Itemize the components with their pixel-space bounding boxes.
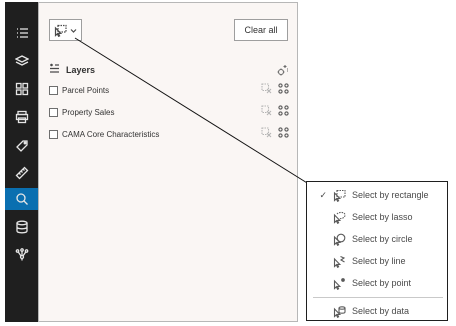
select-lasso-icon xyxy=(333,211,346,224)
layer-options-grid-icon[interactable] xyxy=(278,81,289,99)
menu-item-label: Select by lasso xyxy=(352,212,413,222)
basemap-gallery-icon[interactable] xyxy=(5,78,38,100)
layer-options-grid-icon[interactable] xyxy=(278,125,289,143)
list-icon[interactable] xyxy=(5,22,38,44)
menu-item-label: Select by rectangle xyxy=(352,190,429,200)
select-circle-icon xyxy=(333,233,346,246)
select-by-rectangle-icon xyxy=(54,24,67,37)
layers-icon[interactable] xyxy=(5,50,38,72)
nav-rail xyxy=(5,2,38,322)
select-rectangle-icon xyxy=(333,189,346,202)
layer-checkbox[interactable] xyxy=(49,107,58,117)
print-icon[interactable] xyxy=(5,106,38,128)
checkmark-icon: ✓ xyxy=(319,189,327,200)
selection-tool-menu: ✓ Select by rectangle Select by lasso Se… xyxy=(306,181,448,321)
bookmark-tag-icon[interactable] xyxy=(5,134,38,156)
chevron-down-icon xyxy=(70,28,77,33)
select-line-icon xyxy=(333,255,346,268)
menu-item-select-by-point[interactable]: Select by point xyxy=(307,272,447,294)
menu-item-select-by-data[interactable]: Select by data xyxy=(307,300,447,322)
measure-ruler-icon[interactable] xyxy=(5,162,38,184)
layer-name: CAMA Core Characteristics xyxy=(62,129,160,139)
layer-name: Property Sales xyxy=(62,107,115,117)
database-icon[interactable] xyxy=(5,216,38,238)
layers-title: Layers xyxy=(66,65,96,75)
network-tree-icon[interactable] xyxy=(5,244,38,266)
menu-item-select-by-rectangle[interactable]: ✓ Select by rectangle xyxy=(307,184,447,206)
select-search-icon[interactable] xyxy=(5,188,38,210)
layer-row-property-sales: Property Sales xyxy=(49,105,289,119)
selection-tool-dropdown-button[interactable] xyxy=(49,19,82,41)
menu-separator xyxy=(313,297,443,298)
layers-toggle-list-icon[interactable] xyxy=(49,61,60,79)
clear-selection-icon[interactable] xyxy=(261,103,272,121)
menu-item-select-by-lasso[interactable]: Select by lasso xyxy=(307,206,447,228)
layer-name: Parcel Points xyxy=(62,85,110,95)
layer-checkbox[interactable] xyxy=(49,85,58,95)
layer-settings-icon[interactable] xyxy=(277,63,289,81)
menu-item-select-by-line[interactable]: Select by line xyxy=(307,250,447,272)
select-data-icon xyxy=(333,305,346,318)
clear-selection-icon[interactable] xyxy=(261,125,272,143)
menu-item-label: Select by line xyxy=(352,256,406,266)
layers-header: Layers xyxy=(49,63,289,77)
menu-item-label: Select by point xyxy=(352,278,412,288)
select-panel: Clear all Layers Parcel Points Property … xyxy=(38,2,298,322)
select-point-icon xyxy=(333,277,346,290)
menu-item-label: Select by data xyxy=(352,306,410,316)
menu-item-label: Select by circle xyxy=(352,234,413,244)
layer-checkbox[interactable] xyxy=(49,129,58,139)
layer-row-parcel-points: Parcel Points xyxy=(49,83,289,97)
clear-selection-icon[interactable] xyxy=(261,81,272,99)
layer-options-grid-icon[interactable] xyxy=(278,103,289,121)
clear-all-button[interactable]: Clear all xyxy=(234,19,288,41)
menu-item-select-by-circle[interactable]: Select by circle xyxy=(307,228,447,250)
layer-row-cama-core-characteristics: CAMA Core Characteristics xyxy=(49,127,289,141)
